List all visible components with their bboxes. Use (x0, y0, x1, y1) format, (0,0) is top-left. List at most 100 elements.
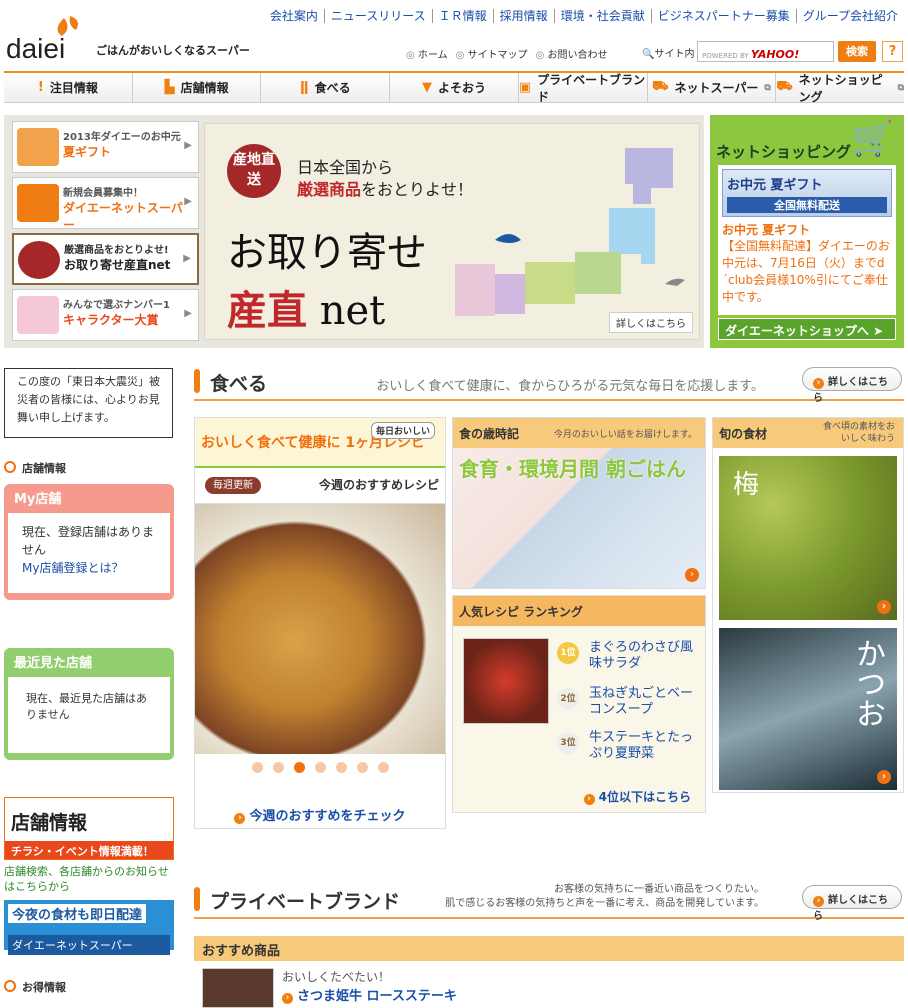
arrow-right-icon[interactable]: › (685, 568, 699, 582)
global-nav: ! 注目情報 ▙ 店舗情報 ǁ 食べる ▼ よそおう ▣ プライベートブランド ⛟ ネットス… (4, 71, 904, 104)
store-info-banner[interactable]: 店舗情報 チラシ・イベント情報満載！ (4, 797, 174, 860)
slide-dot[interactable] (251, 762, 263, 773)
product-catch: おいしくたべたい！ (282, 970, 391, 984)
slide-dot[interactable] (314, 762, 326, 773)
hero-details-button[interactable]: 詳しくはこちら (609, 312, 693, 333)
gift-banner[interactable]: お中元 夏ギフト 全国無料配送 (722, 169, 892, 217)
nav-wear[interactable]: ▼ よそおう (390, 73, 519, 102)
ranking-dish-image[interactable] (463, 638, 549, 724)
link-sitemap[interactable]: サイトマップ (468, 50, 528, 61)
ranking-more-link[interactable]: 4位以下はこちら (584, 788, 691, 805)
search-button[interactable]: 検索 (838, 41, 876, 62)
banner-character[interactable]: みんなで選ぶナンバー1 キャラクター大賞 ▶ (12, 289, 199, 341)
arrow-right-icon: ▶ (183, 253, 191, 264)
search-input[interactable]: POWERED BY YAHOO! (697, 41, 834, 62)
section-eat-desc: おいしく食べて健康に、食からひろがる元気な毎日を応援します。 (376, 379, 764, 394)
site-search-label: 🔍サイト内 (642, 49, 695, 60)
section-bar (194, 369, 200, 393)
slide-dot[interactable] (356, 762, 368, 773)
slide-dot[interactable] (272, 762, 284, 773)
section-pb-title: プライベートブランド (210, 891, 401, 913)
link-news[interactable]: ニュースリリース (323, 9, 432, 23)
my-store-link[interactable]: My店舗登録とは？ (22, 561, 123, 575)
nav-net-shopping[interactable]: ⛟ ネットショッピング ⧉ (776, 73, 904, 104)
bag-icon: ▣ (518, 80, 532, 95)
banner-net-super[interactable]: 新規会員募集中！ ダイエーネットスーパー ▶ (12, 177, 199, 232)
external-link-icon: ⧉ (764, 82, 771, 93)
arrow-right-icon: ▶ (184, 140, 192, 151)
exclamation-icon: ! (37, 80, 44, 95)
store-icon: ▙ (164, 80, 175, 95)
link-company[interactable]: 会社案内 (264, 9, 324, 23)
section-eat-header: 食べる おいしく食べて健康に、食からひろがる元気な毎日を応援します。 詳しくはこ… (194, 365, 904, 404)
ranking-header: 人気レシピ ランキング (453, 596, 705, 626)
recent-stores-text: 現在、最近見た店舗はありません (8, 677, 170, 753)
help-button[interactable]: ? (882, 41, 903, 62)
crown-icon: 1位 (557, 642, 579, 664)
link-group[interactable]: グループ会社紹介 (795, 9, 904, 23)
recipe-image[interactable] (195, 504, 445, 754)
ranking-item-3: 3位 牛ステーキとたっぷり夏野菜 (557, 730, 697, 762)
ranking-link-3[interactable]: 牛ステーキとたっぷり夏野菜 (589, 730, 697, 762)
recent-stores-box: 最近見た店舗 現在、最近見た店舗はありません (4, 648, 174, 760)
bullet-icon: ◎ (406, 50, 415, 61)
seasonal-header: 旬の食材 食べ頃の素材をおいしく味わう (713, 418, 903, 448)
net-super-banner[interactable]: 今夜の食材も即日配達 ダイエーネットスーパー (4, 900, 174, 955)
recent-stores-title: 最近見た店舗 (14, 656, 93, 671)
slide-dots (195, 754, 445, 781)
deals-heading: お得情報 (4, 979, 66, 995)
link-contact[interactable]: お問い合わせ (547, 50, 607, 61)
cart-icon: ⛟ (652, 79, 669, 94)
my-store-text: 現在、登録店舗はありません (22, 525, 155, 557)
slide-dot[interactable] (293, 762, 305, 773)
recipe-header[interactable]: おいしく食べて健康に 1ヶ月レシピ 毎日おいしい (195, 418, 445, 468)
steak-image[interactable] (202, 968, 274, 1008)
slide-dot[interactable] (377, 762, 389, 773)
weekly-recommend-link[interactable]: 今週のおすすめをチェック (234, 809, 405, 824)
svg-text:daiei: daiei (6, 33, 65, 62)
nav-eat[interactable]: ǁ 食べる (261, 73, 391, 102)
section-pb-desc: お客様の気持ちに一番近い商品をつくりたい。 肌で感じるお客様の気持ちと声を一番に考… (445, 884, 764, 909)
product-name-link[interactable]: さつま姫牛 ロースステーキ (282, 985, 457, 1004)
gift-title[interactable]: お中元 夏ギフト (722, 221, 892, 238)
nav-stores[interactable]: ▙ 店舗情報 (133, 73, 262, 102)
banner-summer-gift[interactable]: 2013年ダイエーのお中元 夏ギフト ▶ (12, 121, 199, 173)
slide-dot[interactable] (335, 762, 347, 773)
tagline: ごはんがおいしくなるスーパー (96, 44, 250, 57)
weekly-recipe-bar: 毎週更新 今週のおすすめレシピ (195, 468, 445, 504)
store-info-link[interactable]: 店舗検索、各店舗からのお知らせはこちらから (4, 864, 174, 894)
link-home[interactable]: ホーム (418, 50, 448, 61)
arrow-right-icon: ▶ (184, 196, 192, 207)
section-eat-details-button[interactable]: 詳しくはこちら (802, 367, 902, 404)
net-shopping-promo: 🛒 ネットショッピング お中元 夏ギフト 全国無料配送 お中元 夏ギフト 【全国無… (710, 115, 904, 348)
section-pb-details-button[interactable]: 詳しくはこちら (802, 885, 902, 922)
net-shop-button[interactable]: ダイエーネットショップへ ➤ (718, 318, 896, 340)
daiei-logo[interactable]: daiei (6, 14, 86, 64)
ume-image[interactable]: 梅 › (719, 456, 897, 620)
nav-private-brand[interactable]: ▣ プライベートブランド (518, 73, 648, 104)
nav-attention[interactable]: ! 注目情報 (4, 73, 133, 102)
katsuo-image[interactable]: かつお › (719, 628, 897, 790)
truck-icon: ⛟ (776, 79, 793, 94)
arrow-right-icon[interactable]: › (877, 770, 891, 784)
link-ir[interactable]: ＩＲ情報 (431, 9, 493, 23)
ranking-link-2[interactable]: 玉ねぎ丸ごとベーコンスープ (589, 686, 697, 718)
earthquake-notice[interactable]: この度の「東日本大震災」被災者の皆様には、心よりお見舞い申し上げます。 (4, 368, 173, 438)
net-shopping-card[interactable]: お中元 夏ギフト 全国無料配送 お中元 夏ギフト 【全国無料配達】ダイエーのお中元… (718, 165, 896, 315)
arrow-right-icon[interactable]: › (877, 600, 891, 614)
ranking-link-1[interactable]: まぐろのわさび風味サラダ (589, 640, 697, 672)
utility-links: ◎ ホーム ◎ サイトマップ ◎ お問い合わせ (406, 46, 607, 61)
nav-net-super[interactable]: ⛟ ネットスーパー ⧉ (648, 73, 777, 102)
link-recruit[interactable]: 採用情報 (492, 9, 554, 23)
yahoo-logo: YAHOO! (750, 48, 800, 61)
hero-headline-2: 厳選商品をおとりよせ！ (297, 180, 474, 199)
link-partner[interactable]: ビジネスパートナー募集 (650, 9, 796, 23)
store-info-heading: 店舗情報 (4, 460, 66, 476)
bullet-icon: ◎ (535, 50, 545, 61)
food-calendar-image[interactable]: 食育・環境月間 朝ごはん › (453, 448, 705, 588)
hero-main-banner[interactable]: 産地直送 日本全国から 厳選商品をおとりよせ！ お取り寄せ 産直 net 詳しく… (204, 123, 700, 340)
my-store-box: My店舗 現在、登録店舗はありません My店舗登録とは？ (4, 484, 174, 600)
japan-map-image (455, 148, 685, 316)
link-csr[interactable]: 環境・社会貢献 (553, 9, 651, 23)
banner-sanchoku[interactable]: 厳選商品をおとりよせ! お取り寄せ産直net ▶ (12, 233, 199, 285)
